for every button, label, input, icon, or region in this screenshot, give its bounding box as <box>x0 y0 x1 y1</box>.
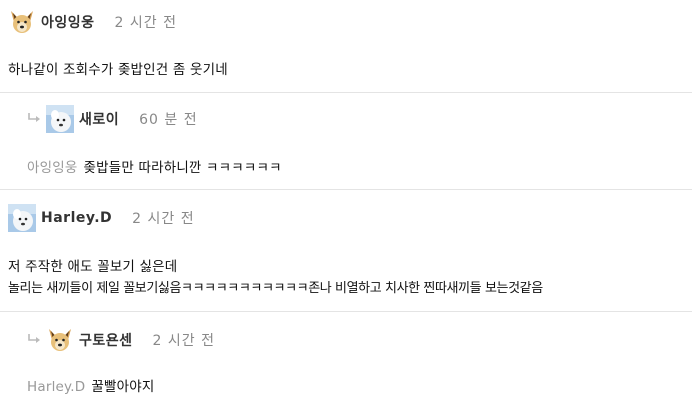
reply-mention[interactable]: 아잉잉웅 <box>27 160 77 176</box>
comment-time: 2 시간 전 <box>152 333 215 349</box>
reply-comment-1: 새로이 60 분 전 아잉잉웅 좆밥들만 따라하니깐 ㅋㅋㅋㅋㅋㅋ <box>0 93 692 189</box>
reply-comment-2: 구토욘센 2 시간 전 Harley.D 꿀빨아야지 <box>0 312 692 409</box>
comment-time: 60 분 전 <box>139 112 198 128</box>
comment-header: Harley.D 2 시간 전 <box>8 204 195 232</box>
reply-arrow-icon <box>28 334 40 343</box>
comment-author[interactable]: Harley.D <box>41 210 112 226</box>
reply-text: 꿀빨아야지 <box>91 379 155 395</box>
comment-author[interactable]: 아잉잉웅 <box>41 12 95 32</box>
comment-text-line: 저 주작한 애도 꼴보기 싫은데 <box>8 259 178 275</box>
dog-face-icon[interactable] <box>8 8 36 36</box>
comment-author[interactable]: 새로이 <box>79 109 119 129</box>
white-dog-photo-icon[interactable] <box>8 204 36 232</box>
comment-text-line: 놀리는 새끼들이 제일 꼴보기싫음ㅋㅋㅋㅋㅋㅋㅋㅋㅋㅋㅋ존나 비열하고 치사한 … <box>8 281 543 296</box>
comment-time: 2 시간 전 <box>132 211 195 227</box>
comment-2: Harley.D 2 시간 전 저 주작한 애도 꼴보기 싫은데 놀리는 새끼들… <box>0 190 692 311</box>
dog-face-icon[interactable] <box>46 326 74 354</box>
comment-time: 2 시간 전 <box>114 15 177 31</box>
comment-1: 아잉잉웅 2 시간 전 하나같이 조회수가 좆밥인건 좀 웃기네 <box>0 0 692 92</box>
comment-text: Harley.D 꿀빨아야지 <box>27 375 155 395</box>
comment-header: 새로이 60 분 전 <box>46 105 198 133</box>
comment-header: 아잉잉웅 2 시간 전 <box>8 8 177 36</box>
comment-header: 구토욘센 2 시간 전 <box>46 326 215 354</box>
comment-text: 하나같이 조회수가 좆밥인건 좀 웃기네 <box>8 62 228 78</box>
reply-mention[interactable]: Harley.D <box>27 379 85 395</box>
white-dog-photo-icon[interactable] <box>46 105 74 133</box>
reply-arrow-icon <box>28 113 40 122</box>
reply-text: 좆밥들만 따라하니깐 ㅋㅋㅋㅋㅋㅋ <box>83 160 282 176</box>
comment-text: 아잉잉웅 좆밥들만 따라하니깐 ㅋㅋㅋㅋㅋㅋ <box>27 156 282 176</box>
comment-author[interactable]: 구토욘센 <box>79 330 133 350</box>
